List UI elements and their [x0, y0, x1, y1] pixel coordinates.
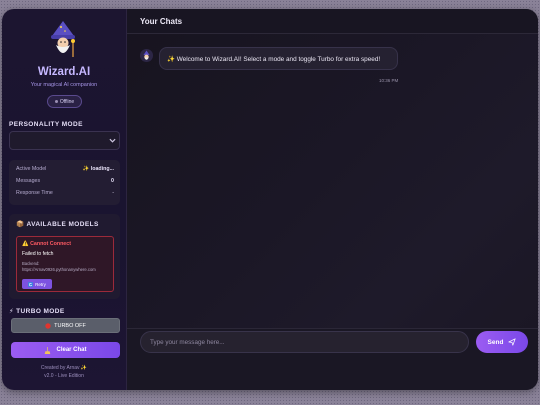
status-label: Offline: [59, 98, 75, 105]
stat-row-messages: Messages 0: [16, 178, 114, 184]
connection-error-box: ⚠️ Cannot Connect Failed to fetch Backen…: [16, 236, 114, 292]
footer-credit: Created by Arnav ✨: [40, 365, 88, 371]
chevron-down-icon: [109, 138, 116, 143]
send-icon: [508, 338, 517, 346]
message-input[interactable]: Type your message here...: [140, 331, 469, 353]
message-timestamp: 10:36 PM: [379, 78, 399, 83]
status-dot-icon: [54, 100, 58, 103]
stats-panel: Active Model ✨ loading... Messages 0 Res…: [9, 160, 120, 205]
footer-version: v2.0 - Live Edition: [44, 373, 84, 379]
sidebar: Wizard.AI Your magical AI companion Offl…: [2, 9, 127, 390]
stat-value: -: [112, 190, 114, 196]
input-placeholder: Type your message here...: [150, 338, 225, 346]
models-panel: 📦 AVAILABLE MODELS ⚠️ Cannot Connect Fai…: [9, 214, 120, 299]
stat-row-response-time: Response Time -: [16, 190, 114, 196]
wizard-icon: [51, 21, 75, 57]
turbo-button-label: TURBO OFF: [54, 322, 86, 329]
bot-message-bubble: ✨ Welcome to Wizard.AI! Select a mode an…: [159, 47, 398, 70]
retry-button[interactable]: Retry: [22, 279, 52, 289]
stat-label: Active Model: [16, 166, 47, 172]
error-backend: Backend: https://Arnav0926.pythonanywher…: [22, 261, 114, 273]
stat-label: Response Time: [16, 190, 53, 196]
turbo-toggle-button[interactable]: TURBO OFF: [11, 318, 120, 333]
send-button[interactable]: Send: [476, 331, 528, 353]
personality-select[interactable]: [9, 131, 120, 150]
status-badge: Offline: [47, 95, 82, 108]
send-label: Send: [487, 338, 504, 346]
backend-url: https://Arnav0926.pythonanywhere.com: [22, 267, 96, 272]
retry-label: Retry: [35, 281, 46, 287]
chat-header: Your Chats: [127, 9, 538, 34]
turbo-label: ⚡ TURBO MODE: [9, 308, 65, 315]
chat-main: Your Chats ✨ Welcome to Wizard.AI! Selec…: [127, 9, 538, 390]
app-subtitle: Your magical AI companion: [30, 82, 98, 88]
personality-label: PERSONALITY MODE: [9, 121, 83, 128]
error-message: Failed to fetch: [22, 251, 54, 257]
clear-chat-label: Clear Chat: [56, 347, 87, 353]
app-title: Wizard.AI: [37, 66, 91, 78]
stat-value: ✨ loading...: [82, 166, 114, 172]
error-title: ⚠️ Cannot Connect: [22, 241, 71, 247]
message-text: ✨ Welcome to Wizard.AI! Select a mode an…: [167, 55, 381, 63]
stat-value: 0: [111, 178, 114, 184]
broom-icon: [45, 346, 51, 354]
stat-row-active-model: Active Model ✨ loading...: [16, 166, 114, 172]
models-label: 📦 AVAILABLE MODELS: [16, 221, 99, 228]
app-window: Wizard.AI Your magical AI companion Offl…: [2, 9, 538, 390]
red-circle-icon: [45, 322, 51, 329]
page-title: Your Chats: [140, 16, 183, 26]
clear-chat-button[interactable]: Clear Chat: [11, 342, 120, 358]
bot-avatar-icon: [140, 49, 153, 62]
stat-label: Messages: [16, 178, 41, 184]
refresh-icon: [28, 281, 34, 287]
